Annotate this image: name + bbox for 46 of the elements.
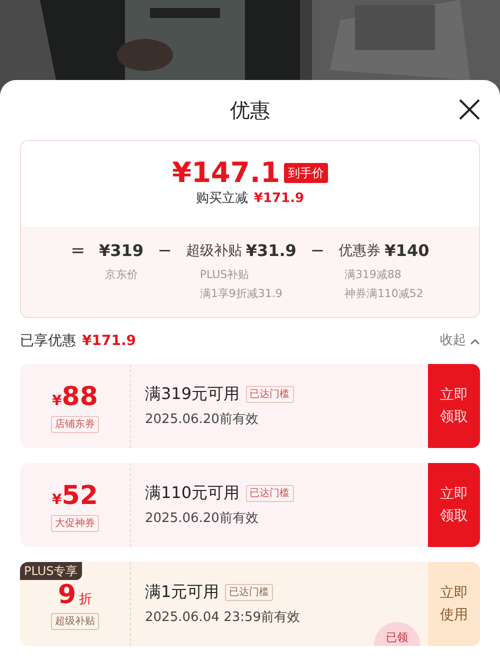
term-note: 神券满110减52 bbox=[344, 286, 424, 302]
coupon-amount: 88 bbox=[62, 384, 98, 410]
claim-button[interactable]: 立即领取 bbox=[428, 463, 480, 547]
discount-unit: 折 bbox=[79, 590, 92, 609]
operator-sign: − bbox=[158, 240, 172, 263]
threshold-tag: 已达门槛 bbox=[246, 386, 294, 403]
threshold-tag: 已达门槛 bbox=[246, 484, 294, 502]
term-note: PLUS补贴 bbox=[200, 267, 250, 283]
coupon-tag: 大促神券 bbox=[51, 514, 99, 532]
term-label: 超级补贴 bbox=[186, 242, 242, 261]
term-value: ¥140 bbox=[384, 240, 430, 262]
term-note: 满1享9折减31.9 bbox=[200, 286, 282, 302]
coupon-condition: 满1元可用 bbox=[145, 581, 220, 604]
claimed-stamp: 已领 bbox=[374, 622, 420, 646]
currency-sign: ¥ bbox=[52, 490, 62, 510]
coupon-condition: 满110元可用 bbox=[145, 482, 240, 504]
summary-amount: ¥171.9 bbox=[82, 332, 136, 350]
validity-text: 2025.06.20前有效 bbox=[145, 510, 260, 528]
close-icon[interactable] bbox=[459, 99, 480, 120]
coupon-tag: 超级补贴 bbox=[51, 613, 99, 630]
price-tag: 到手价 bbox=[284, 163, 328, 183]
term-note: 满319减88 bbox=[344, 267, 402, 283]
coupon-tag: 店铺东券 bbox=[51, 416, 99, 432]
coupon-condition: 满319元可用 bbox=[145, 383, 240, 406]
discount-amount: ¥171.9 bbox=[254, 190, 304, 208]
term-label: 优惠券 bbox=[338, 242, 381, 261]
coupon-amount: 9 bbox=[58, 582, 76, 608]
use-button[interactable]: 立即使用 bbox=[428, 562, 480, 646]
threshold-tag: 已达门槛 bbox=[225, 584, 274, 601]
operator-sign: = bbox=[70, 240, 86, 263]
term-value: ¥31.9 bbox=[246, 240, 296, 262]
final-price: ¥147.1 bbox=[172, 159, 280, 187]
discount-label: 购买立减 bbox=[196, 190, 248, 208]
plus-badge: PLUS专享 bbox=[20, 562, 82, 580]
operator-sign: − bbox=[310, 240, 325, 263]
term-note: 京东价 bbox=[104, 267, 138, 283]
summary-label: 已享优惠 bbox=[20, 332, 76, 350]
coupon-amount: 52 bbox=[62, 482, 98, 508]
collapse-toggle[interactable]: 收起 bbox=[440, 331, 480, 351]
validity-text: 2025.06.04 23:59前有效 bbox=[145, 609, 302, 628]
sheet-title: 优惠 bbox=[230, 97, 270, 124]
claim-button[interactable]: 立即领取 bbox=[428, 364, 480, 448]
term-value: ¥319 bbox=[99, 240, 144, 262]
currency-sign: ¥ bbox=[52, 392, 62, 410]
validity-text: 2025.06.20前有效 bbox=[145, 411, 260, 430]
chevron-up-icon bbox=[470, 338, 480, 344]
